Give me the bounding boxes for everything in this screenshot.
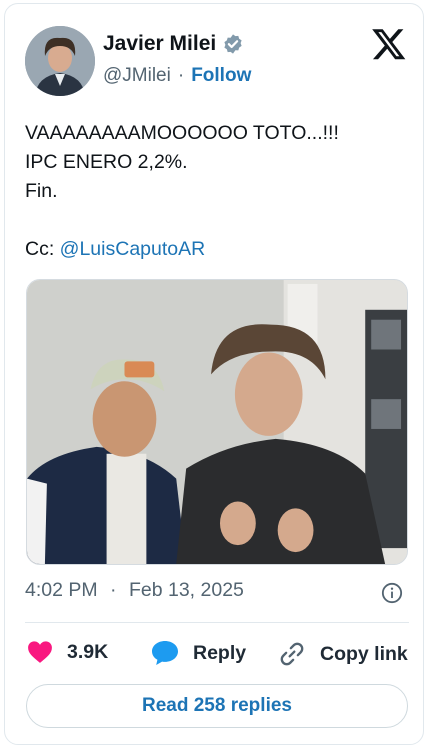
verified-badge-icon	[224, 34, 242, 54]
tweet-line: VAAAAAAAAMOOOOOO TOTO...!!!	[25, 122, 339, 144]
tweet-line: Fin.	[25, 180, 58, 202]
copy-link-button[interactable]: Copy link	[278, 640, 408, 668]
read-replies-button[interactable]: Read 258 replies	[26, 684, 408, 728]
heart-icon	[28, 641, 52, 663]
like-button[interactable]: 3.9K	[27, 640, 108, 664]
tweet-card: Javier Milei @JMilei · Follow VAAAAAAAAM…	[4, 3, 424, 745]
divider	[25, 622, 409, 623]
tweet-text: VAAAAAAAAMOOOOOO TOTO...!!! IPC ENERO 2,…	[25, 119, 405, 264]
cc-prefix: Cc:	[25, 238, 60, 260]
x-logo-icon[interactable]	[371, 26, 407, 62]
reply-button[interactable]: Reply	[151, 640, 246, 666]
timestamp[interactable]: 4:02 PM · Feb 13, 2025	[25, 579, 244, 602]
handle-separator: ·	[177, 65, 185, 86]
author-name[interactable]: Javier Milei	[103, 32, 216, 56]
tweet-photo[interactable]	[26, 279, 408, 565]
author-handle[interactable]: @JMilei	[103, 65, 171, 87]
follow-button[interactable]: Follow	[191, 65, 251, 87]
photo-image	[27, 280, 407, 564]
speech-bubble-icon	[152, 641, 178, 665]
cc-line: Cc: @LuisCaputoAR	[25, 235, 405, 264]
copy-link-label: Copy link	[320, 642, 408, 665]
avatar[interactable]	[25, 26, 95, 96]
reply-label: Reply	[193, 641, 247, 664]
mention-link[interactable]: @LuisCaputoAR	[60, 238, 206, 260]
info-icon[interactable]	[381, 582, 403, 604]
like-count: 3.9K	[67, 640, 109, 663]
link-icon	[280, 642, 304, 666]
meta-separator: ·	[110, 579, 117, 601]
avatar-image	[25, 26, 95, 96]
tweet-line: IPC ENERO 2,2%.	[25, 151, 188, 173]
read-replies-label: Read 258 replies	[142, 695, 292, 716]
tweet-time: 4:02 PM	[25, 579, 98, 601]
tweet-date: Feb 13, 2025	[128, 579, 244, 601]
tweet-line	[25, 206, 405, 235]
